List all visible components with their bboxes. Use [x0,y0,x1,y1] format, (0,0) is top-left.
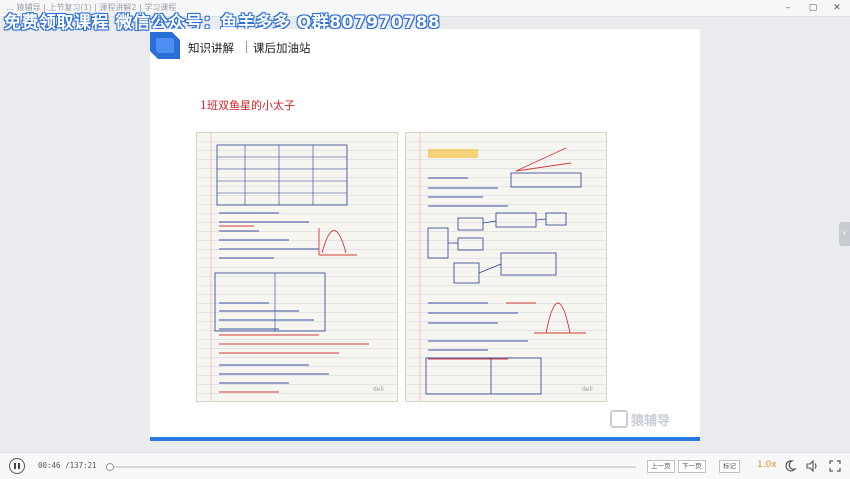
fullscreen-icon[interactable] [828,459,842,473]
minimize-button[interactable]: – [781,1,795,15]
player-controls: 00:46 /137:21 上一页 下一页 标记 1.0x [0,452,850,479]
progress-handle[interactable] [106,463,114,471]
tab-homework[interactable]: 课后加油站 [253,40,311,56]
speed-selector[interactable]: 1.0x [757,460,777,470]
progress-slider[interactable] [106,463,636,471]
tab-divider [246,41,247,53]
brand-logo-text: 猿辅导 [631,414,671,429]
yuanfudao-brand: 猿辅导 [610,410,670,429]
prev-page-button[interactable]: 上一页 [647,460,675,473]
total-time: /137:21 [65,461,97,470]
volume-icon[interactable] [805,459,819,473]
close-button[interactable]: ✕ [830,1,844,15]
tab-knowledge[interactable]: 知识讲解 [188,40,234,56]
maximize-button[interactable]: ▢ [806,1,820,15]
playback-time: 00:46 /137:21 [38,461,97,470]
brand-mark-icon [610,410,628,428]
side-panel-toggle[interactable]: ‹ [839,222,850,246]
night-mode-icon[interactable] [783,459,797,473]
course-logo-icon [150,32,180,59]
slide-caption: 1班双鱼星的小太子 [200,99,295,112]
next-page-button[interactable]: 下一页 [678,460,706,473]
slide-accent-bar [150,437,700,441]
pause-button[interactable] [9,458,25,474]
notes-photo-right-image: deli [406,133,606,401]
photo-right-brand: deli [582,386,593,393]
current-time: 00:46 [38,461,61,470]
photo-left-brand: deli [373,386,384,393]
notes-photo-right: deli [405,132,607,402]
notes-photo-left-image: deli [197,133,397,401]
bookmark-button[interactable]: 标记 [719,460,740,473]
notes-photo-left: deli [196,132,398,402]
slide-canvas: 知识讲解 课后加油站 1班双鱼星的小太子 deli deli 猿辅导 [150,29,700,441]
